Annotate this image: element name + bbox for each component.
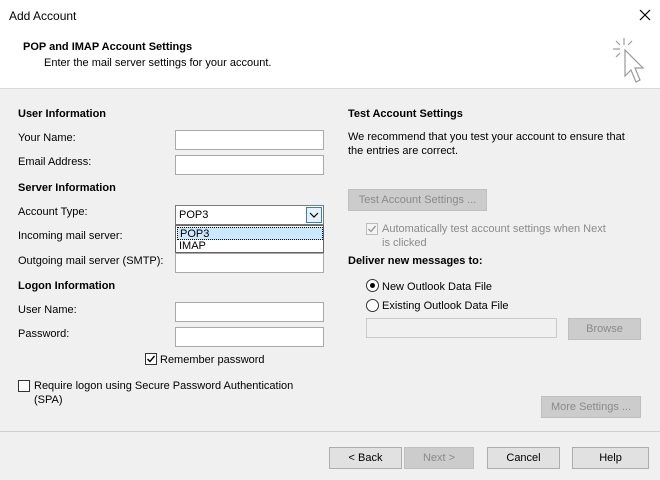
- next-button[interactable]: Next >: [404, 447, 474, 469]
- existing-data-file-path[interactable]: [366, 318, 557, 338]
- deliver-heading: Deliver new messages to:: [348, 255, 483, 267]
- your-name-field[interactable]: [175, 130, 324, 150]
- page-subtitle: Enter the mail server settings for your …: [44, 57, 272, 69]
- title-bar: [0, 0, 660, 31]
- password-field[interactable]: [175, 327, 324, 347]
- server-info-heading: Server Information: [18, 182, 116, 194]
- back-button[interactable]: < Back: [329, 447, 402, 469]
- spa-checkbox[interactable]: [18, 380, 30, 392]
- new-data-file-radio[interactable]: [366, 279, 379, 292]
- username-label: User Name:: [18, 304, 77, 316]
- close-icon[interactable]: [635, 5, 655, 25]
- auto-test-checkbox[interactable]: [366, 223, 378, 235]
- auto-test-label-line2: is clicked: [382, 237, 427, 249]
- outgoing-server-label: Outgoing mail server (SMTP):: [18, 255, 164, 267]
- incoming-server-label: Incoming mail server:: [18, 230, 123, 242]
- outgoing-server-field[interactable]: [175, 253, 324, 273]
- username-field[interactable]: [175, 302, 324, 322]
- email-label: Email Address:: [18, 156, 92, 168]
- checkmark-icon: [368, 225, 377, 233]
- test-settings-heading: Test Account Settings: [348, 108, 463, 120]
- existing-data-file-radio[interactable]: [366, 299, 379, 312]
- account-type-dropdown-list: POP3 IMAP: [175, 225, 324, 253]
- cancel-button[interactable]: Cancel: [487, 447, 560, 469]
- remember-password-checkbox[interactable]: [145, 353, 157, 365]
- existing-data-file-label: Existing Outlook Data File: [382, 300, 509, 312]
- email-field[interactable]: [175, 155, 324, 175]
- browse-button[interactable]: Browse: [568, 318, 641, 340]
- dropdown-option-pop3[interactable]: POP3: [177, 227, 323, 240]
- dropdown-arrow[interactable]: [306, 207, 322, 223]
- spa-label-line2: (SPA): [34, 394, 63, 406]
- chevron-down-icon: [309, 212, 319, 218]
- dropdown-option-imap[interactable]: IMAP: [177, 240, 323, 253]
- account-type-select[interactable]: POP3: [175, 205, 324, 225]
- new-data-file-label: New Outlook Data File: [382, 281, 493, 293]
- help-button[interactable]: Help: [572, 447, 649, 469]
- user-info-heading: User Information: [18, 108, 107, 120]
- account-type-value: POP3: [179, 209, 209, 221]
- password-label: Password:: [18, 328, 70, 340]
- page-title: POP and IMAP Account Settings: [23, 41, 193, 53]
- test-account-settings-button[interactable]: Test Account Settings ...: [348, 189, 487, 211]
- window-title: Add Account: [9, 9, 77, 23]
- account-type-label: Account Type:: [18, 206, 88, 218]
- auto-test-label-line1: Automatically test account settings when…: [382, 223, 606, 235]
- wizard-cursor-icon: [613, 38, 645, 83]
- more-settings-button[interactable]: More Settings ...: [541, 396, 641, 418]
- checkmark-icon: [147, 355, 156, 363]
- remember-password-label: Remember password: [160, 354, 265, 366]
- test-desc-line1: We recommend that you test your account …: [348, 131, 625, 143]
- footer-divider: [0, 431, 660, 432]
- your-name-label: Your Name:: [18, 132, 76, 144]
- logon-info-heading: Logon Information: [18, 280, 116, 292]
- spa-label-line1: Require logon using Secure Password Auth…: [34, 380, 294, 392]
- test-desc-line2: the entries are correct.: [348, 145, 459, 157]
